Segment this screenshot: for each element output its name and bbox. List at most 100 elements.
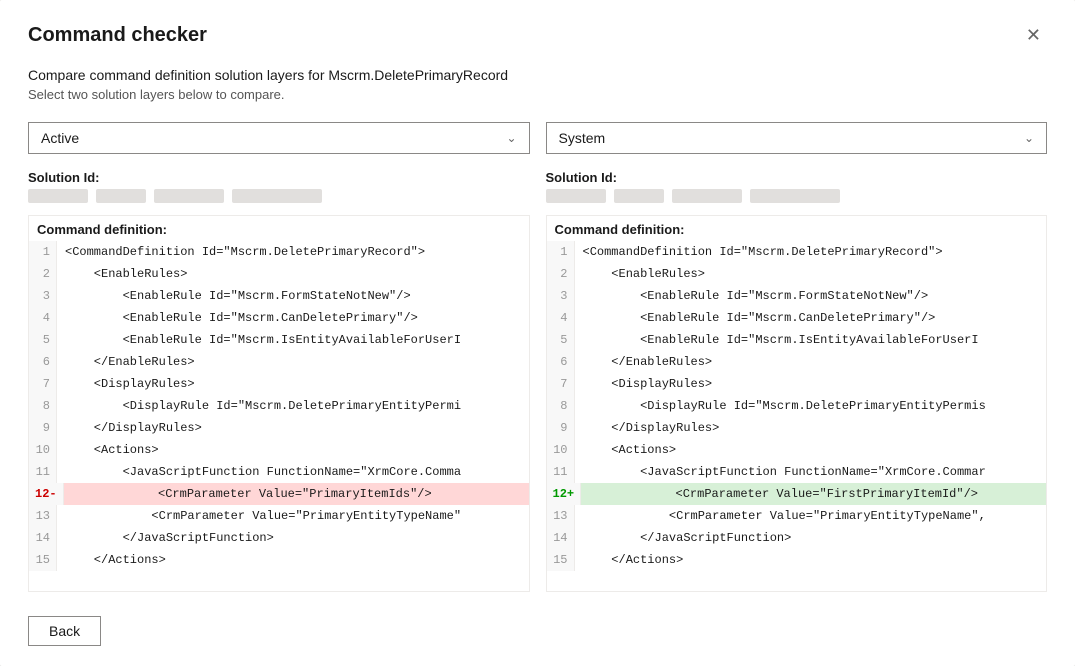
line-code: </Actions> xyxy=(57,549,174,571)
right-dropdown-value: System xyxy=(559,130,606,146)
close-button[interactable]: ✕ xyxy=(1020,24,1047,46)
left-id-placeholder-1 xyxy=(28,189,88,203)
line-number: 10 xyxy=(547,439,575,461)
line-number: 11 xyxy=(547,461,575,483)
left-solution-id-value xyxy=(28,189,530,203)
line-number: 3 xyxy=(547,285,575,307)
code-line: 5 <EnableRule Id="Mscrm.IsEntityAvailabl… xyxy=(547,329,1047,351)
code-line: 7 <DisplayRules> xyxy=(29,373,529,395)
right-code-panel: Command definition: 1<CommandDefinition … xyxy=(546,215,1048,592)
right-id-placeholder-4 xyxy=(750,189,840,203)
line-number: 4 xyxy=(29,307,57,329)
code-line: 5 <EnableRule Id="Mscrm.IsEntityAvailabl… xyxy=(29,329,529,351)
line-number: 12- xyxy=(29,483,64,505)
solution-id-section: Solution Id: Solution Id: xyxy=(28,170,1047,203)
code-line: 8 <DisplayRule Id="Mscrm.DeletePrimaryEn… xyxy=(29,395,529,417)
left-code-label: Command definition: xyxy=(29,216,529,241)
left-code-content[interactable]: 1<CommandDefinition Id="Mscrm.DeletePrim… xyxy=(29,241,529,571)
right-code-content[interactable]: 1<CommandDefinition Id="Mscrm.DeletePrim… xyxy=(547,241,1047,571)
line-code: <Actions> xyxy=(575,439,685,461)
code-line: 3 <EnableRule Id="Mscrm.FormStateNotNew"… xyxy=(547,285,1047,307)
line-code: <DisplayRules> xyxy=(57,373,203,395)
line-number: 3 xyxy=(29,285,57,307)
right-dropdown-wrapper: System ⌄ xyxy=(546,122,1048,154)
line-code: <CrmParameter Value="PrimaryItemIds"/> xyxy=(64,483,440,505)
right-dropdown[interactable]: System ⌄ xyxy=(546,122,1048,154)
code-section: Command definition: 1<CommandDefinition … xyxy=(28,215,1047,592)
line-code: </EnableRules> xyxy=(575,351,721,373)
code-line: 14 </JavaScriptFunction> xyxy=(547,527,1047,549)
line-number: 7 xyxy=(29,373,57,395)
line-number: 2 xyxy=(29,263,57,285)
right-dropdown-chevron-icon: ⌄ xyxy=(1024,131,1034,145)
line-code: <DisplayRules> xyxy=(575,373,721,395)
code-line: 1<CommandDefinition Id="Mscrm.DeletePrim… xyxy=(29,241,529,263)
line-number: 15 xyxy=(547,549,575,571)
line-code: </JavaScriptFunction> xyxy=(57,527,282,549)
code-line: 4 <EnableRule Id="Mscrm.CanDeletePrimary… xyxy=(29,307,529,329)
line-number: 14 xyxy=(547,527,575,549)
command-checker-dialog: Command checker ✕ Compare command defini… xyxy=(0,0,1075,666)
line-number: 10 xyxy=(29,439,57,461)
line-code: </Actions> xyxy=(575,549,692,571)
footer: Back xyxy=(28,608,1047,646)
code-line: 12+ <CrmParameter Value="FirstPrimaryIte… xyxy=(547,483,1047,505)
left-id-placeholder-3 xyxy=(154,189,224,203)
line-code: <CommandDefinition Id="Mscrm.DeletePrima… xyxy=(57,241,433,263)
right-solution-id-value xyxy=(546,189,1048,203)
right-solution-id-block: Solution Id: xyxy=(546,170,1048,203)
left-solution-id-label: Solution Id: xyxy=(28,170,530,185)
code-line: 3 <EnableRule Id="Mscrm.FormStateNotNew"… xyxy=(29,285,529,307)
line-number: 4 xyxy=(547,307,575,329)
code-line: 15 </Actions> xyxy=(547,549,1047,571)
left-dropdown-wrapper: Active ⌄ xyxy=(28,122,530,154)
line-number: 1 xyxy=(547,241,575,263)
subtitle-section: Compare command definition solution laye… xyxy=(28,67,1047,102)
code-line: 2 <EnableRules> xyxy=(547,263,1047,285)
code-line: 7 <DisplayRules> xyxy=(547,373,1047,395)
line-number: 5 xyxy=(29,329,57,351)
line-number: 9 xyxy=(547,417,575,439)
line-code: <CrmParameter Value="PrimaryEntityTypeNa… xyxy=(575,505,994,527)
line-code: <EnableRule Id="Mscrm.FormStateNotNew"/> xyxy=(575,285,937,307)
line-code: <EnableRules> xyxy=(575,263,713,285)
left-dropdown-value: Active xyxy=(41,130,79,146)
code-line: 9 </DisplayRules> xyxy=(547,417,1047,439)
line-code: <EnableRule Id="Mscrm.IsEntityAvailableF… xyxy=(575,329,987,351)
line-number: 13 xyxy=(29,505,57,527)
right-id-placeholder-3 xyxy=(672,189,742,203)
code-line: 6 </EnableRules> xyxy=(547,351,1047,373)
line-number: 13 xyxy=(547,505,575,527)
left-code-panel: Command definition: 1<CommandDefinition … xyxy=(28,215,530,592)
line-number: 1 xyxy=(29,241,57,263)
line-code: <EnableRule Id="Mscrm.FormStateNotNew"/> xyxy=(57,285,419,307)
line-code: <EnableRule Id="Mscrm.CanDeletePrimary"/… xyxy=(57,307,426,329)
line-code: <CommandDefinition Id="Mscrm.DeletePrima… xyxy=(575,241,951,263)
back-button[interactable]: Back xyxy=(28,616,101,646)
line-code: <DisplayRule Id="Mscrm.DeletePrimaryEnti… xyxy=(57,395,469,417)
left-solution-id-block: Solution Id: xyxy=(28,170,530,203)
line-number: 15 xyxy=(29,549,57,571)
line-number: 6 xyxy=(29,351,57,373)
code-line: 15 </Actions> xyxy=(29,549,529,571)
code-line: 9 </DisplayRules> xyxy=(29,417,529,439)
code-line: 10 <Actions> xyxy=(547,439,1047,461)
code-line: 1<CommandDefinition Id="Mscrm.DeletePrim… xyxy=(547,241,1047,263)
line-code: <EnableRules> xyxy=(57,263,195,285)
line-code: <EnableRule Id="Mscrm.CanDeletePrimary"/… xyxy=(575,307,944,329)
subtitle-main: Compare command definition solution laye… xyxy=(28,67,1047,83)
code-line: 11 <JavaScriptFunction FunctionName="Xrm… xyxy=(547,461,1047,483)
code-line: 12- <CrmParameter Value="PrimaryItemIds"… xyxy=(29,483,529,505)
line-code: <EnableRule Id="Mscrm.IsEntityAvailableF… xyxy=(57,329,469,351)
left-id-placeholder-2 xyxy=(96,189,146,203)
code-line: 4 <EnableRule Id="Mscrm.CanDeletePrimary… xyxy=(547,307,1047,329)
line-number: 12+ xyxy=(547,483,582,505)
right-id-placeholder-1 xyxy=(546,189,606,203)
line-code: </DisplayRules> xyxy=(57,417,210,439)
dialog-title: Command checker xyxy=(28,24,207,47)
line-code: <Actions> xyxy=(57,439,167,461)
code-line: 2 <EnableRules> xyxy=(29,263,529,285)
code-line: 10 <Actions> xyxy=(29,439,529,461)
left-dropdown[interactable]: Active ⌄ xyxy=(28,122,530,154)
subtitle-sub: Select two solution layers below to comp… xyxy=(28,87,1047,102)
